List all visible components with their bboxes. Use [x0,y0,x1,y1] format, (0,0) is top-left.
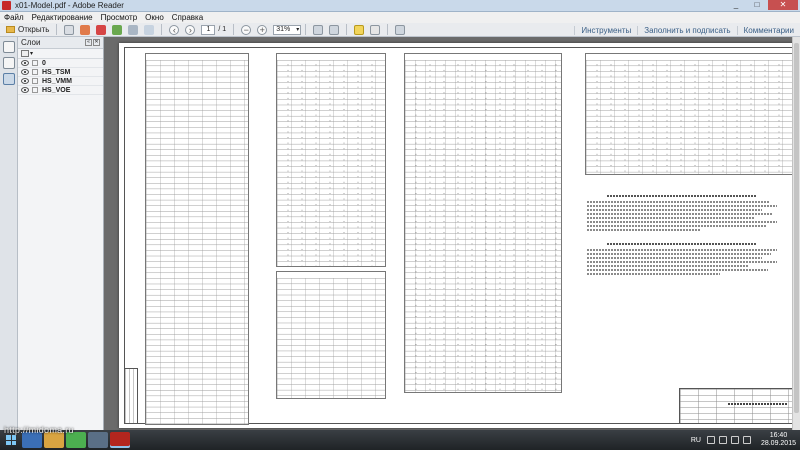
navigation-strip [0,37,18,430]
window-controls: _ □ ✕ [725,0,798,10]
attachments-icon[interactable] [2,57,15,69]
toolbar-separator [56,24,58,35]
open-label: Открыть [18,25,50,34]
chevron-up-icon[interactable] [706,436,715,444]
export-pdf-icon[interactable] [96,24,107,35]
title-block [679,388,795,424]
layer-name: 0 [42,59,46,67]
chevron-down-icon: ▾ [30,51,34,57]
close-panel-icon[interactable]: ✕ [93,39,100,46]
toolbar-separator [233,24,235,35]
pdf-table [276,271,386,399]
layer-box-icon [32,78,38,84]
toolbar-separator [161,24,163,35]
menu-file[interactable]: Файл [4,13,24,22]
layer-name: HS_TSM [42,68,71,76]
combine-icon[interactable] [80,24,91,35]
pdf-table [404,53,562,393]
pdf-table [276,53,386,267]
layers-panel: Слои « ✕ ▾ 0 HS_TSM HS_VMM HS_VOE [18,37,104,430]
layer-item[interactable]: 0 [18,59,103,68]
fill-sign-panel-button[interactable]: Заполнить и подписать [637,25,736,35]
menu-bar: Файл Редактирование Просмотр Окно Справк… [0,12,800,23]
layer-name: HS_VOE [42,86,71,94]
create-pdf-icon[interactable] [64,24,75,35]
menu-window[interactable]: Окно [145,13,164,22]
main-toolbar: Открыть ‹ › 1 / 1 − + 31% Инструменты За… [0,23,800,37]
zoom-out-icon[interactable]: − [241,24,252,35]
comments-panel-button[interactable]: Комментарии [736,25,800,35]
layers-options[interactable]: ▾ [18,49,103,59]
minimize-button[interactable]: _ [726,0,746,10]
clock[interactable]: 16:40 28.09.2015 [761,432,796,448]
layer-box-icon [32,87,38,93]
pdf-notes [587,243,777,277]
comment-icon[interactable] [354,24,365,35]
system-tray: RU 16:40 28.09.2015 [691,430,796,450]
action-center-icon[interactable] [742,436,751,444]
close-button[interactable]: ✕ [768,0,798,10]
language-indicator[interactable]: RU [691,437,701,444]
collapse-panel-icon[interactable]: « [85,39,92,46]
layer-item[interactable]: HS_VOE [18,86,103,95]
clock-time: 16:40 [769,432,788,439]
page-total: / 1 [218,26,227,33]
network-icon[interactable] [718,436,727,444]
tools-panel-button[interactable]: Инструменты [574,25,637,35]
menu-view[interactable]: Просмотр [101,13,138,22]
layers-icon[interactable] [2,73,15,85]
page-thumbnails-icon[interactable] [2,41,15,53]
eye-icon[interactable] [21,69,29,75]
eye-icon[interactable] [21,60,29,66]
maximize-button[interactable]: □ [747,0,767,10]
email-icon[interactable] [144,24,155,35]
approval-strip [124,368,138,424]
layers-panel-title: Слои [21,38,41,47]
eye-icon[interactable] [21,87,29,93]
watermark-text: http://midoma.ru [4,425,74,435]
sign-icon[interactable] [395,24,406,35]
next-page-icon[interactable]: › [185,24,196,35]
fit-page-icon[interactable] [313,24,324,35]
highlight-icon[interactable] [370,24,381,35]
toolbar-separator [305,24,307,35]
window-title: x01-Model.pdf - Adobe Reader [15,1,124,10]
pdf-table [585,53,795,175]
adobe-reader-icon [2,1,11,10]
pdf-notes [587,195,777,233]
scroll-thumb[interactable] [794,43,799,413]
print-icon[interactable] [128,24,139,35]
zoom-in-icon[interactable]: + [257,24,268,35]
volume-icon[interactable] [730,436,739,444]
clock-date: 28.09.2015 [760,440,796,447]
layers-panel-header: Слои « ✕ [18,37,103,49]
menu-help[interactable]: Справка [172,13,203,22]
share-icon[interactable] [112,24,123,35]
vertical-scrollbar[interactable] [792,37,800,430]
eye-icon[interactable] [21,78,29,84]
app-taskbar-icon[interactable] [88,432,108,448]
folder-icon [6,26,15,33]
layer-item[interactable]: HS_TSM [18,68,103,77]
toolbar-separator [346,24,348,35]
layer-box-icon [32,69,38,75]
prev-page-icon[interactable]: ‹ [169,24,180,35]
toolbar-separator [387,24,389,35]
layer-box-icon [32,60,38,66]
adobe-reader-taskbar-icon[interactable] [110,432,130,448]
windows-taskbar: RU 16:40 28.09.2015 [0,430,800,450]
fit-width-icon[interactable] [329,24,340,35]
pdf-page [119,43,799,428]
document-viewport[interactable] [104,37,800,430]
toolbar-panels: Инструменты Заполнить и подписать Коммен… [574,23,800,37]
window-titlebar: x01-Model.pdf - Adobe Reader _ □ ✕ [0,0,800,12]
layer-name: HS_VMM [42,77,72,85]
options-icon [21,50,29,57]
menu-edit[interactable]: Редактирование [32,13,93,22]
page-number-input[interactable]: 1 [201,24,216,35]
layer-item[interactable]: HS_VMM [18,77,103,86]
zoom-select[interactable]: 31% [273,24,302,35]
pdf-table [145,53,249,425]
open-button[interactable]: Открыть [3,25,52,34]
